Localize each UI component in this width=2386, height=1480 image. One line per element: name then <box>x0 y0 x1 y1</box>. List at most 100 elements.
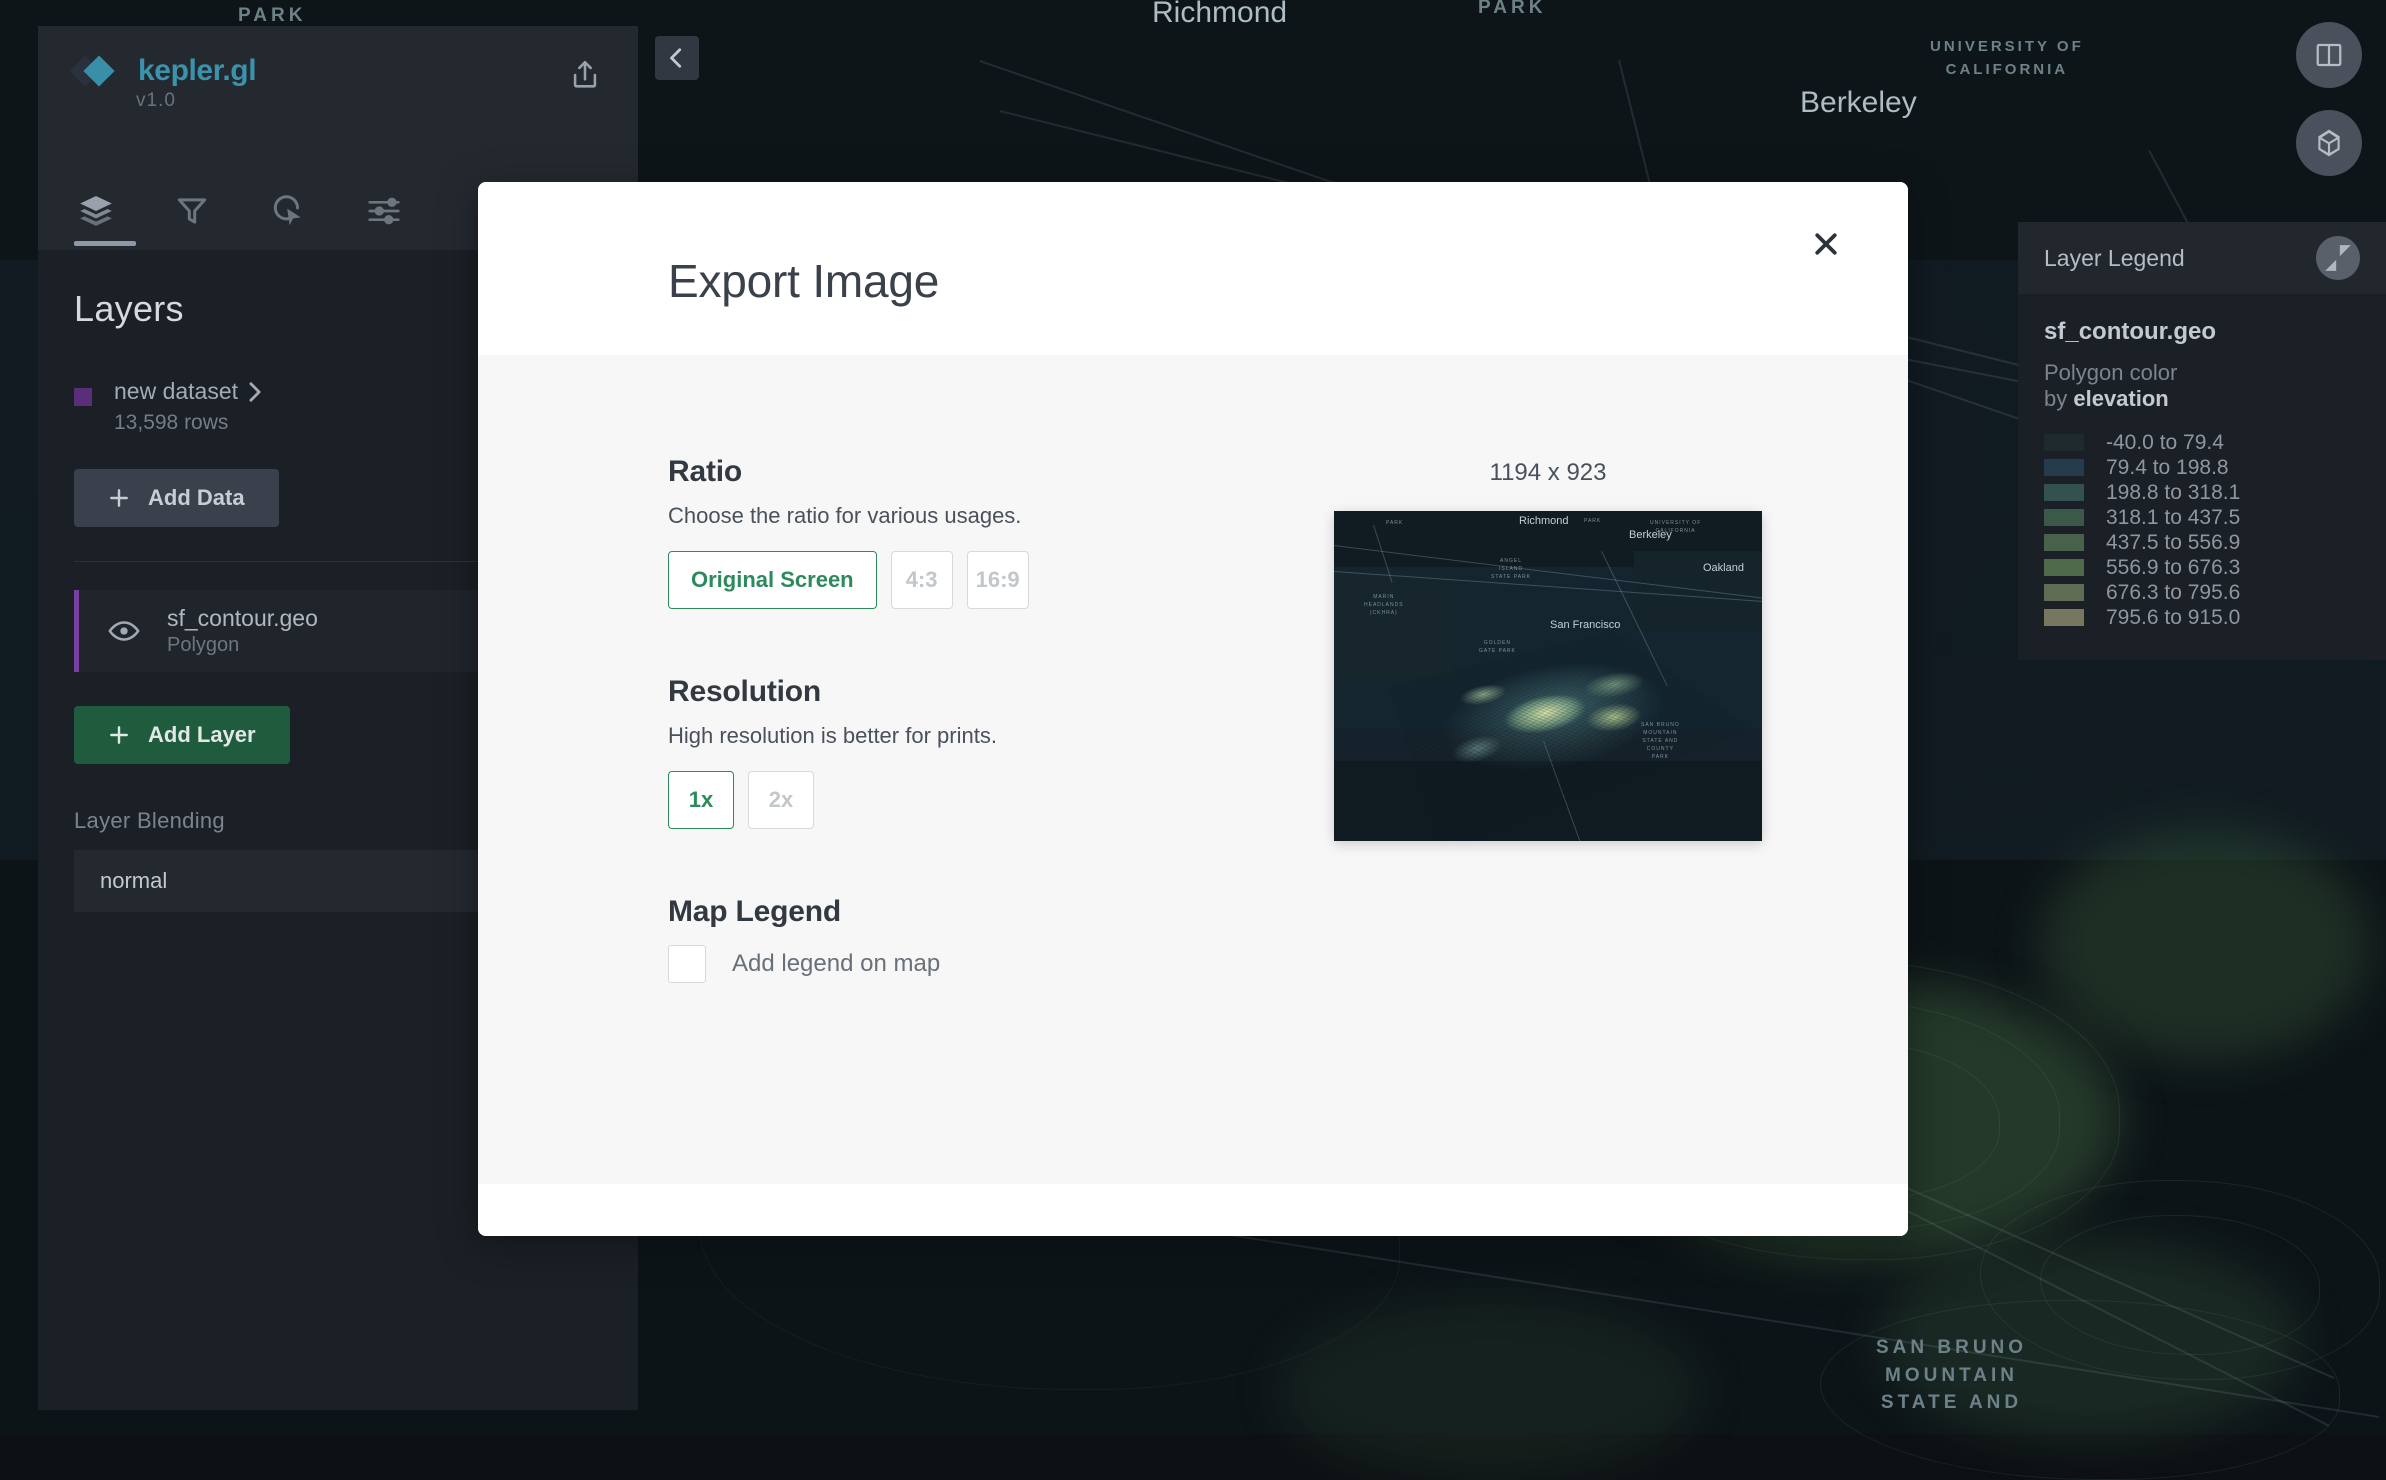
legend-color-scale: -40.0 to 79.479.4 to 198.8198.8 to 318.1… <box>2044 430 2360 630</box>
resolution-section: Resolution High resolution is better for… <box>668 675 1188 829</box>
legend-swatch <box>2044 584 2084 601</box>
modal-footer: Cancel Download <box>478 1184 1908 1236</box>
legend-swatch <box>2044 434 2084 451</box>
map-green-area-2 <box>2040 830 2370 1060</box>
option-original-screen[interactable]: Original Screen <box>668 551 877 609</box>
export-preview: 1194 x 923 PARKRichmondPARKUNIVER <box>1188 455 1908 1184</box>
sliders-icon <box>365 192 403 230</box>
legend-by-field: by elevation <box>2044 386 2360 412</box>
chevron-left-icon <box>666 47 688 69</box>
legend-scale-item: 437.5 to 556.9 <box>2044 530 2360 555</box>
toggle-3d-button[interactable] <box>2296 110 2362 176</box>
app-version: v1.0 <box>136 90 602 112</box>
add-layer-button[interactable]: Add Layer <box>74 706 290 764</box>
legend-field-label: Polygon color <box>2044 360 2360 386</box>
dataset-name: new dataset <box>114 378 238 405</box>
modal-title: Export Image <box>668 254 1908 308</box>
ratio-section: Ratio Choose the ratio for various usage… <box>668 455 1188 609</box>
preview-oakland-land <box>1634 551 1762 631</box>
add-legend-checkbox[interactable] <box>668 945 706 983</box>
tab-layers[interactable] <box>74 180 118 242</box>
legend-range-label: 318.1 to 437.5 <box>2106 506 2240 530</box>
legend-layer-name: sf_contour.geo <box>2044 318 2360 346</box>
add-data-label: Add Data <box>148 485 245 511</box>
plus-icon <box>108 724 130 746</box>
legend-scale-item: -40.0 to 79.4 <box>2044 430 2360 455</box>
filter-icon <box>173 192 211 230</box>
legend-swatch <box>2044 484 2084 501</box>
legend-swatch <box>2044 609 2084 626</box>
dataset-row-count: 13,598 rows <box>114 411 262 435</box>
collapse-panel-button[interactable] <box>655 36 699 80</box>
layer-name: sf_contour.geo <box>167 605 318 632</box>
layer-legend-header: Layer Legend <box>2018 222 2386 294</box>
legend-scale-item: 79.4 to 198.8 <box>2044 455 2360 480</box>
legend-scale-item: 795.6 to 915.0 <box>2044 605 2360 630</box>
resolution-option-group: 1x2x <box>668 771 1188 829</box>
map-legend-heading: Map Legend <box>668 895 1188 929</box>
preview-image: PARKRichmondPARKUNIVERSITY OFCALIFORNIAB… <box>1334 511 1762 841</box>
export-options: Ratio Choose the ratio for various usage… <box>668 455 1188 1184</box>
legend-range-label: 79.4 to 198.8 <box>2106 456 2229 480</box>
plus-icon <box>108 487 130 509</box>
split-map-icon <box>2314 40 2344 70</box>
option-16-9[interactable]: 16:9 <box>967 551 1029 609</box>
share-icon[interactable] <box>568 58 602 92</box>
legend-range-label: -40.0 to 79.4 <box>2106 431 2224 455</box>
legend-swatch <box>2044 559 2084 576</box>
cursor-icon <box>269 192 307 230</box>
preview-dimensions: 1194 x 923 <box>1490 459 1607 487</box>
legend-scale-item: 556.9 to 676.3 <box>2044 555 2360 580</box>
layer-legend-panel: Layer Legend sf_contour.geo Polygon colo… <box>2018 222 2386 660</box>
kepler-diamond-icon <box>74 56 124 86</box>
chevron-right-icon <box>248 381 262 403</box>
tab-interactions[interactable] <box>266 180 310 242</box>
resolution-heading: Resolution <box>668 675 1188 709</box>
legend-range-label: 437.5 to 556.9 <box>2106 531 2240 555</box>
add-legend-label: Add legend on map <box>732 950 940 978</box>
option-2x[interactable]: 2x <box>748 771 814 829</box>
layers-icon <box>76 191 116 231</box>
add-data-button[interactable]: Add Data <box>74 469 279 527</box>
spacer <box>668 829 1188 895</box>
add-legend-row[interactable]: Add legend on map <box>668 945 1188 983</box>
layer-legend-body: sf_contour.geo Polygon color by elevatio… <box>2018 294 2386 660</box>
preview-marin <box>1334 571 1454 681</box>
layer-legend-title: Layer Legend <box>2044 245 2185 272</box>
map-legend-section: Map Legend Add legend on map <box>668 895 1188 983</box>
legend-swatch <box>2044 459 2084 476</box>
ratio-option-group: Original Screen4:316:9 <box>668 551 1188 609</box>
legend-collapse-icon[interactable] <box>2316 236 2360 280</box>
legend-range-label: 556.9 to 676.3 <box>2106 556 2240 580</box>
legend-by-prefix: by <box>2044 386 2073 411</box>
option-4-3[interactable]: 4:3 <box>891 551 953 609</box>
close-icon[interactable] <box>1804 222 1848 266</box>
brand-logo[interactable]: kepler.gl <box>74 54 602 88</box>
ratio-description: Choose the ratio for various usages. <box>668 503 1188 529</box>
export-image-modal: Export Image Ratio Choose the ratio for … <box>478 182 1908 1236</box>
spacer <box>668 609 1188 675</box>
add-layer-label: Add Layer <box>148 722 256 748</box>
brand-name: kepler.gl <box>138 54 256 88</box>
tab-map-style[interactable] <box>362 180 406 242</box>
legend-scale-item: 676.3 to 795.6 <box>2044 580 2360 605</box>
side-panel-header: kepler.gl v1.0 <box>38 26 638 172</box>
eye-icon[interactable] <box>107 614 141 648</box>
legend-scale-item: 198.8 to 318.1 <box>2044 480 2360 505</box>
legend-range-label: 198.8 to 318.1 <box>2106 481 2240 505</box>
split-map-button[interactable] <box>2296 22 2362 88</box>
cube-3d-icon <box>2313 127 2345 159</box>
tab-filters[interactable] <box>170 180 214 242</box>
modal-header: Export Image <box>478 182 1908 355</box>
dataset-name-wrap: new dataset <box>114 378 262 405</box>
legend-range-label: 795.6 to 915.0 <box>2106 606 2240 630</box>
dataset-color-swatch <box>74 388 92 406</box>
legend-range-label: 676.3 to 795.6 <box>2106 581 2240 605</box>
legend-swatch <box>2044 534 2084 551</box>
layer-type: Polygon <box>167 634 318 657</box>
option-1x[interactable]: 1x <box>668 771 734 829</box>
legend-scale-item: 318.1 to 437.5 <box>2044 505 2360 530</box>
modal-body: Ratio Choose the ratio for various usage… <box>478 355 1908 1184</box>
ratio-heading: Ratio <box>668 455 1188 489</box>
legend-field-name: elevation <box>2073 386 2168 411</box>
